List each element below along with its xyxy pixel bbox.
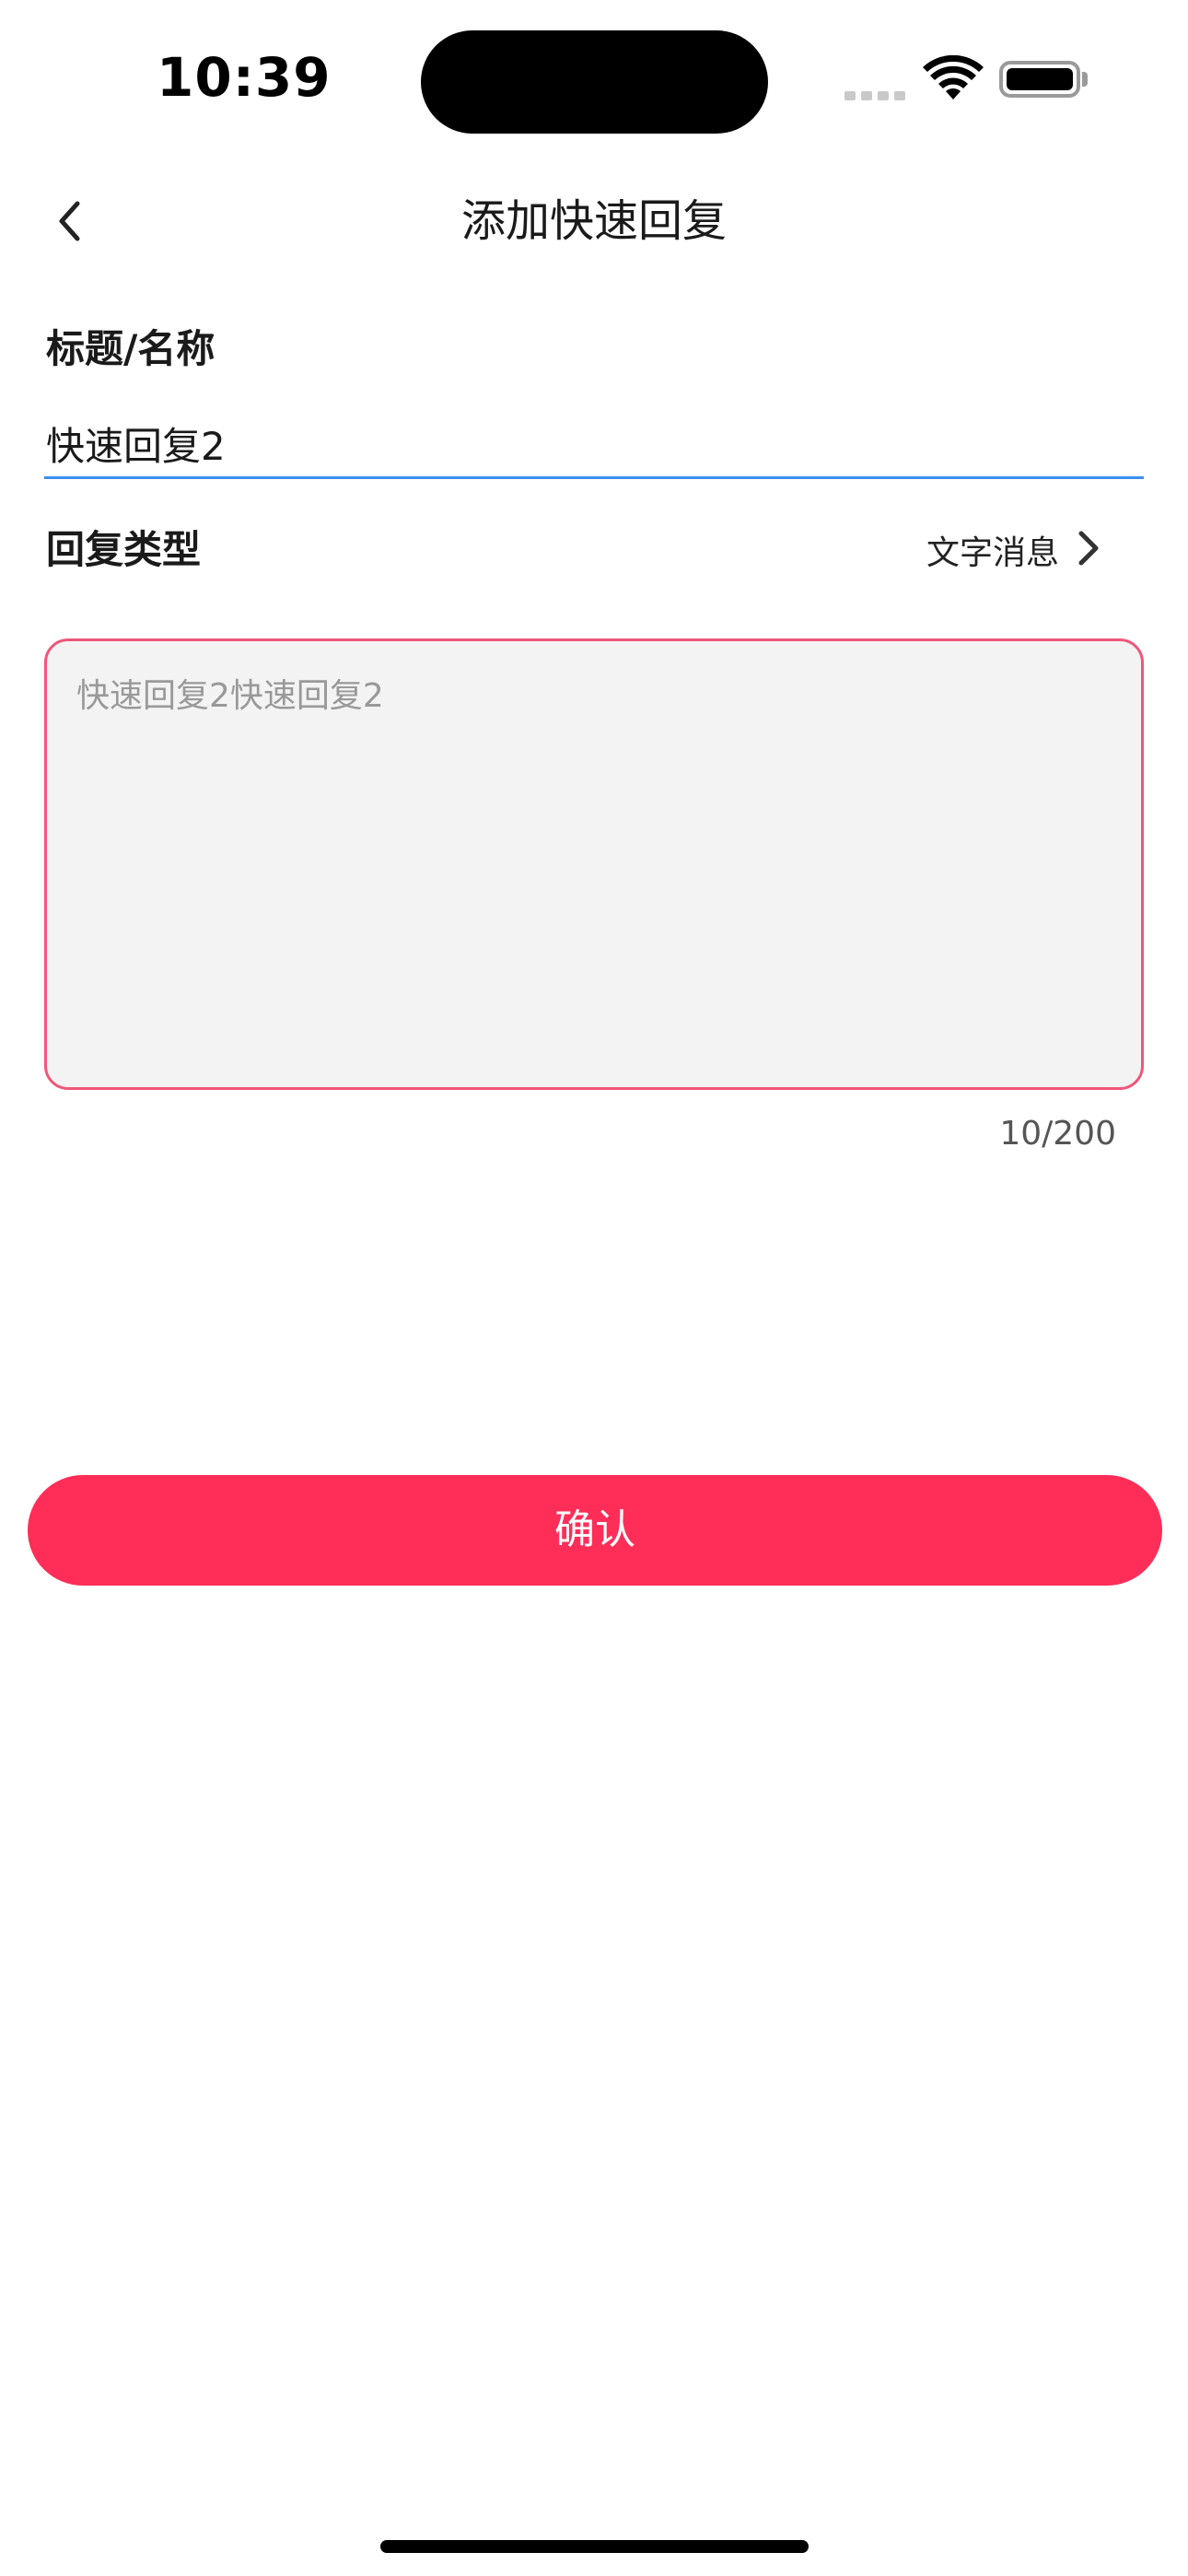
title-input-underline — [44, 476, 1144, 479]
chevron-right-icon — [1078, 531, 1099, 566]
chevron-left-icon — [59, 201, 80, 241]
character-counter: 10/200 — [999, 1115, 1116, 1153]
back-button[interactable] — [37, 184, 101, 258]
reply-content-input[interactable]: 快速回复2快速回复2 — [76, 669, 1112, 1060]
confirm-button[interactable]: 确认 — [28, 1475, 1162, 1586]
reply-type-label: 回复类型 — [46, 527, 202, 572]
battery-icon — [999, 61, 1080, 98]
wifi-icon — [921, 54, 985, 103]
reply-type-selector[interactable]: 回复类型 文字消息 — [46, 511, 1142, 585]
dynamic-island — [421, 30, 768, 134]
cellular-signal-icon — [844, 87, 911, 104]
reply-content-box: 快速回复2快速回复2 — [44, 638, 1144, 1090]
title-field-label: 标题/名称 — [46, 326, 215, 371]
battery-cap — [1082, 72, 1088, 87]
status-time: 10:39 — [157, 46, 332, 109]
reply-type-value: 文字消息 — [926, 534, 1059, 572]
page-title: 添加快速回复 — [460, 195, 727, 247]
home-indicator[interactable] — [380, 2540, 809, 2553]
title-input[interactable] — [46, 410, 1142, 476]
